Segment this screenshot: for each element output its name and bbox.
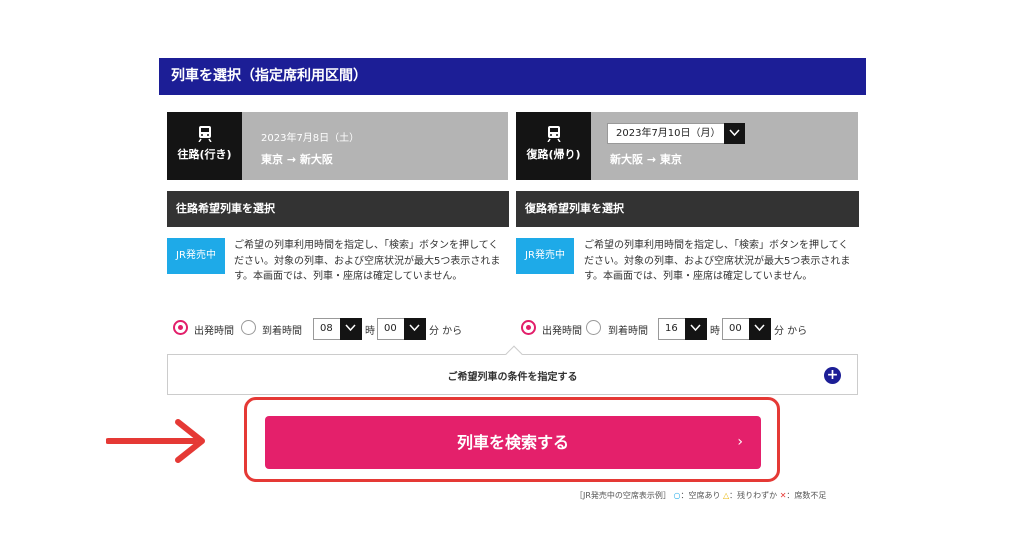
search-trains-button[interactable]: 列車を検索する › bbox=[265, 416, 761, 469]
legend-available: ：空席あり bbox=[680, 491, 721, 500]
return-date-select[interactable]: 2023年7月10日（月） bbox=[607, 123, 745, 144]
return-route-summary: 復路(帰り) 2023年7月10日（月） 新大阪 → 東京 bbox=[516, 112, 858, 180]
return-badge: 復路(帰り) bbox=[516, 112, 591, 180]
outbound-badge: 往路(行き) bbox=[167, 112, 242, 180]
jr-sale-badge: JR発売中 bbox=[167, 238, 225, 274]
outbound-section-title: 往路希望列車を選択 bbox=[167, 191, 509, 227]
departure-radio[interactable] bbox=[173, 320, 188, 335]
train-conditions-expander[interactable]: ご希望列車の条件を指定する + bbox=[167, 345, 858, 395]
arrival-label: 到着時間 bbox=[608, 326, 648, 337]
arrow-right-icon bbox=[106, 419, 205, 463]
chevron-down-icon[interactable] bbox=[685, 318, 707, 340]
hour-value: 16 bbox=[665, 323, 678, 334]
availability-legend: ［JR発売中の空席表示例］ ○：空席あり △：残りわずか ✕：席数不足 bbox=[575, 490, 826, 501]
return-description: ご希望の列車利用時間を指定し、「検索」ボタンを押してください。対象の列車、および… bbox=[584, 240, 851, 282]
train-icon bbox=[197, 126, 212, 142]
hour-select[interactable]: 08 bbox=[313, 318, 362, 340]
search-button-label: 列車を検索する bbox=[456, 433, 569, 452]
hour-select[interactable]: 16 bbox=[658, 318, 707, 340]
minute-select[interactable]: 00 bbox=[377, 318, 426, 340]
page-title: 列車を選択（指定席利用区間） bbox=[159, 58, 866, 95]
pointer-notch bbox=[505, 345, 523, 363]
plus-circle-icon[interactable]: + bbox=[824, 367, 841, 384]
minute-select[interactable]: 00 bbox=[722, 318, 771, 340]
chevron-down-icon[interactable] bbox=[404, 318, 426, 340]
chevron-down-icon[interactable] bbox=[749, 318, 771, 340]
hour-unit: 時 bbox=[365, 326, 375, 337]
return-date-value: 2023年7月10日（月） bbox=[616, 128, 721, 139]
chevron-down-icon[interactable] bbox=[340, 318, 362, 340]
arrival-label: 到着時間 bbox=[262, 326, 302, 337]
departure-label: 出発時間 bbox=[194, 326, 234, 337]
conditions-label: ご希望列車の条件を指定する bbox=[447, 372, 578, 383]
legend-few: ：残りわずか bbox=[729, 491, 778, 500]
outbound-description: ご希望の列車利用時間を指定し、「検索」ボタンを押してください。対象の列車、および… bbox=[234, 240, 501, 282]
outbound-route-summary: 往路(行き) 2023年7月8日（土） 東京 → 新大阪 bbox=[167, 112, 508, 180]
chevron-down-icon[interactable] bbox=[724, 123, 745, 144]
minute-unit: 分 から bbox=[774, 326, 808, 337]
chevron-right-icon: › bbox=[737, 434, 743, 450]
legend-none: ：席数不足 bbox=[786, 491, 827, 500]
outbound-stations: 東京 → 新大阪 bbox=[261, 153, 333, 166]
jr-sale-badge: JR発売中 bbox=[516, 238, 574, 274]
minute-unit: 分 から bbox=[429, 326, 463, 337]
outbound-date: 2023年7月8日（土） bbox=[261, 133, 360, 144]
departure-radio[interactable] bbox=[521, 320, 536, 335]
minute-value: 00 bbox=[384, 323, 397, 334]
return-stations: 新大阪 → 東京 bbox=[610, 153, 682, 166]
return-section-title: 復路希望列車を選択 bbox=[516, 191, 859, 227]
train-icon bbox=[546, 126, 561, 142]
hour-value: 08 bbox=[320, 323, 333, 334]
departure-label: 出発時間 bbox=[542, 326, 582, 337]
outbound-label: 往路(行き) bbox=[177, 148, 232, 161]
return-label: 復路(帰り) bbox=[526, 148, 581, 161]
hour-unit: 時 bbox=[710, 326, 720, 337]
arrival-radio[interactable] bbox=[586, 320, 601, 335]
legend-prefix: ［JR発売中の空席表示例］ bbox=[575, 491, 671, 500]
arrival-radio[interactable] bbox=[241, 320, 256, 335]
minute-value: 00 bbox=[729, 323, 742, 334]
